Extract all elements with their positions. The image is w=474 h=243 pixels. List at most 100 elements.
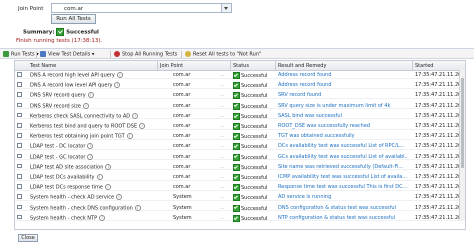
row-checkbox[interactable]	[17, 143, 22, 148]
join-point-more-icon[interactable]: …	[220, 72, 224, 77]
stop-icon	[114, 51, 120, 57]
join-point-more-icon[interactable]: …	[220, 82, 224, 87]
column-header-status[interactable]: Status	[233, 63, 249, 69]
join-point-more-icon[interactable]: …	[220, 133, 224, 138]
row-checkbox[interactable]	[17, 92, 22, 97]
result-link[interactable]: TGT was obtained successfully	[278, 133, 408, 139]
row-checkbox[interactable]	[17, 133, 22, 138]
table-row[interactable]: Kerberos test obtaining join point TGT i c…	[15, 132, 465, 141]
stop-all-running-tests-button[interactable]: Stop All Running Tests	[114, 51, 177, 58]
join-point-more-icon[interactable]: …	[220, 113, 224, 118]
join-point-more-icon[interactable]: …	[220, 184, 224, 189]
run-all-tests-button[interactable]: Run All Tests	[51, 14, 96, 24]
result-link[interactable]: GCs availability test was successful Lis…	[278, 154, 408, 160]
join-point-label: Join Point	[18, 6, 44, 12]
run-tests-button[interactable]: Run Tests ▾	[3, 51, 39, 58]
row-checkbox[interactable]	[17, 82, 22, 87]
result-link[interactable]: ICMP availability test was successful Li…	[278, 174, 408, 180]
column-header-result[interactable]: Result and Remedy	[278, 63, 326, 69]
table-row[interactable]: LDAP test - DC locator i com.ar … Successful…	[15, 142, 465, 151]
stop-all-label: Stop All Running Tests	[122, 51, 178, 58]
table-row[interactable]: LDAP test AD site association i com.ar … Suc…	[15, 163, 465, 171]
row-checkbox[interactable]	[17, 174, 22, 179]
join-point-more-icon[interactable]: …	[220, 103, 224, 108]
result-link[interactable]: ROOT_DSE was successfully reached	[278, 123, 408, 129]
result-link[interactable]: AD service is running	[278, 194, 408, 200]
result-link[interactable]: DNS configuration & status test was succ…	[278, 205, 408, 211]
join-point-cell: System	[173, 194, 192, 201]
join-point-more-icon[interactable]: …	[220, 143, 224, 148]
table-row[interactable]: LDAP test DCs availability i com.ar … Succes…	[15, 173, 465, 181]
row-checkbox[interactable]	[17, 153, 22, 159]
row-checkbox[interactable]	[17, 214, 22, 220]
view-test-details-button[interactable]: View Test Details ▾	[40, 51, 94, 58]
info-icon[interactable]: i	[134, 204, 141, 211]
info-icon[interactable]: i	[139, 123, 146, 129]
join-point-select[interactable]: com.ar	[51, 3, 232, 13]
join-point-more-icon[interactable]: …	[220, 123, 224, 128]
join-point-more-icon[interactable]: …	[220, 174, 224, 179]
table-row[interactable]: DNS A record low level API query i com.ar ……	[15, 81, 465, 90]
result-link[interactable]: SRV record found	[278, 92, 408, 98]
info-icon[interactable]: i	[99, 214, 106, 221]
info-icon[interactable]: i	[114, 82, 121, 89]
row-checkbox[interactable]	[17, 102, 22, 108]
table-row[interactable]: LDAP test - GC locator i com.ar … Successful…	[15, 153, 465, 161]
result-link[interactable]: Address record found	[278, 72, 408, 78]
scrollbar-thumb[interactable]	[461, 78, 464, 168]
info-icon[interactable]: i	[126, 133, 133, 140]
info-icon[interactable]: i	[104, 184, 111, 191]
info-icon[interactable]: i	[116, 194, 123, 201]
result-link[interactable]: SASL bind was successful	[278, 113, 408, 119]
column-header-started[interactable]: Started	[415, 63, 433, 69]
table-row[interactable]: LDAP test DCs response time i com.ar … Succe…	[15, 183, 465, 192]
table-row[interactable]: System health - check DNS configuration i…	[15, 204, 465, 212]
row-checkbox[interactable]	[17, 163, 22, 169]
info-icon[interactable]: i	[87, 143, 94, 150]
join-point-more-icon[interactable]: …	[220, 194, 224, 199]
result-link[interactable]: Site name was retrieved successfully (De…	[278, 164, 408, 170]
reset-all-tests-button[interactable]: Reset All tests to "Not Run"	[185, 51, 261, 58]
table-row[interactable]: Kerberos test bind and query to ROOT DSE…	[15, 122, 465, 130]
info-icon[interactable]: i	[105, 163, 112, 170]
column-header-test-name[interactable]: Test Name	[30, 63, 56, 69]
test-name: System health - check NTP i	[30, 214, 106, 221]
result-link[interactable]: Address record found	[278, 82, 408, 88]
row-checkbox[interactable]	[17, 194, 22, 199]
result-link[interactable]: SRV query size is under maximum limit of…	[278, 103, 408, 109]
table-row[interactable]: DNS SRV record size i com.ar … Successful SRV…	[15, 102, 465, 110]
reset-all-label: Reset All tests to "Not Run"	[193, 51, 262, 58]
join-point-more-icon[interactable]: …	[220, 164, 224, 169]
row-checkbox[interactable]	[17, 184, 22, 189]
success-check-icon	[233, 153, 240, 161]
column-header-join-point[interactable]: Join Point	[160, 63, 183, 69]
info-icon[interactable]: i	[87, 92, 94, 99]
result-link[interactable]: DCs availability test was successful Lis…	[278, 143, 408, 149]
table-row[interactable]: System health - check NTP i System … Success…	[15, 214, 465, 222]
join-point-more-icon[interactable]: …	[220, 92, 224, 97]
row-checkbox[interactable]	[17, 72, 22, 77]
info-icon[interactable]: i	[116, 72, 123, 78]
table-row[interactable]: DNS A record high level API query i com.ar…	[15, 71, 465, 79]
join-point-cell: com.ar	[173, 102, 191, 109]
join-point-more-icon[interactable]: …	[220, 205, 224, 210]
row-checkbox[interactable]	[17, 204, 22, 210]
vertical-scrollbar[interactable]	[459, 70, 465, 220]
info-icon[interactable]: i	[96, 174, 103, 180]
join-point-more-icon[interactable]: …	[220, 215, 224, 220]
join-point-more-icon[interactable]: …	[220, 154, 224, 159]
close-button[interactable]: Close	[18, 234, 38, 242]
info-icon[interactable]: i	[132, 112, 139, 119]
info-icon[interactable]: i	[87, 153, 94, 160]
row-checkbox[interactable]	[17, 112, 22, 118]
toolbar: Run Tests ▾ View Test Details ▾ Stop All…	[0, 48, 474, 59]
test-name: DNS A record high level API query i	[30, 72, 123, 79]
result-link[interactable]: Response time test was successful This i…	[278, 184, 408, 190]
table-row[interactable]: System health - check AD service i System ……	[15, 193, 465, 202]
table-row[interactable]: Kerberos check SASL connectivity to AD i c…	[15, 112, 465, 120]
row-checkbox[interactable]	[17, 123, 22, 128]
info-icon[interactable]: i	[83, 102, 89, 109]
result-link[interactable]: NTP configuration & status test was succ…	[278, 215, 408, 221]
table-row[interactable]: DNS SRV record query i com.ar … Successful SR…	[15, 91, 465, 100]
chevron-down-icon[interactable]	[221, 4, 231, 12]
